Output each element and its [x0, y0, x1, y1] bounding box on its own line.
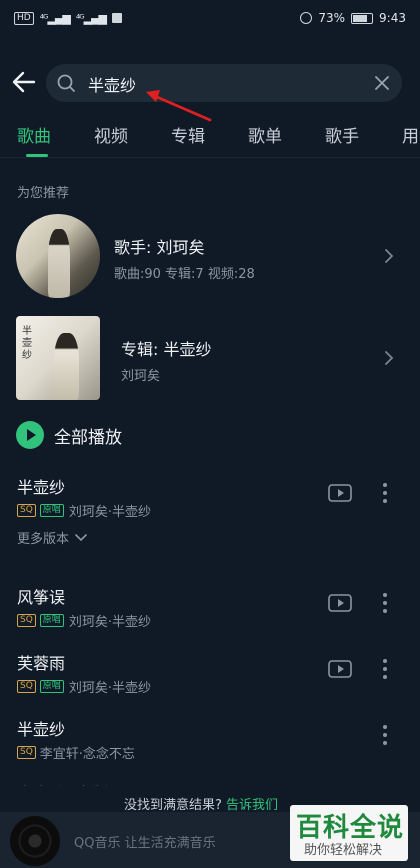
watermark-subtitle: 助你轻松解决: [304, 843, 383, 858]
tab-songs[interactable]: 歌曲: [17, 122, 51, 147]
album-card[interactable]: 半壶纱 专辑: 半壶纱 刘珂矣: [0, 316, 420, 400]
play-icon: [16, 421, 44, 449]
song-meta: SQ 李宜轩·念念不忘: [17, 743, 135, 762]
song-title: 风筝误: [17, 588, 66, 607]
song-meta: SQ 原唱 刘珂矣·半壶纱: [17, 611, 151, 630]
album-cover: 半壶纱: [16, 316, 100, 400]
song-row[interactable]: 半壶纱 SQ 原唱 刘珂矣·半壶纱: [0, 474, 420, 524]
clear-icon[interactable]: [374, 75, 390, 91]
tab-users[interactable]: 用: [402, 122, 419, 147]
signal-icon: ⁴ᴳ▂▄▆: [39, 11, 71, 25]
search-icon: [57, 74, 75, 92]
watermark: 百科全说 助你轻松解决: [290, 805, 408, 861]
status-bar: HD ⁴ᴳ▂▄▆ ⁴ᴳ▂▄▆ 73% 9:43: [0, 0, 420, 36]
more-versions-toggle[interactable]: 更多版本: [17, 528, 87, 547]
sq-badge: SQ: [17, 614, 36, 627]
hd-indicator: HD: [14, 11, 34, 25]
album-artist: 刘珂矣: [121, 369, 161, 384]
player-text: QQ音乐 让生活充满音乐: [74, 836, 216, 851]
song-artist-album: 刘珂矣·半壶纱: [68, 681, 151, 696]
artist-avatar: [16, 214, 100, 298]
search-query[interactable]: 半壶纱: [88, 72, 136, 96]
tab-singers[interactable]: 歌手: [325, 122, 359, 147]
original-badge: 原唱: [39, 614, 64, 627]
play-all-button[interactable]: 全部播放: [16, 420, 122, 450]
section-label: 为您推荐: [17, 186, 70, 201]
album-title: 专辑: 半壶纱: [121, 340, 212, 359]
more-versions-label: 更多版本: [17, 532, 70, 547]
artist-card[interactable]: 歌手: 刘珂矣 歌曲:90 专辑:7 视频:28: [0, 214, 420, 300]
sq-badge: SQ: [17, 504, 36, 517]
tab-bar: 歌曲 视频 专辑 歌单 歌手 用: [0, 118, 420, 158]
feedback-prompt: 没找到满意结果?: [124, 798, 222, 813]
artist-stats: 歌曲:90 专辑:7 视频:28: [114, 267, 255, 282]
song-row[interactable]: 半壶纱 SQ 李宜轩·念念不忘: [0, 716, 420, 766]
chevron-right-icon: [385, 249, 394, 263]
original-badge: 原唱: [39, 680, 64, 693]
album-cover-calligraphy: 半壶纱: [22, 326, 32, 361]
song-row[interactable]: 风筝误 SQ 原唱 刘珂矣·半壶纱: [0, 584, 420, 634]
alarm-icon: [300, 12, 313, 24]
search-input[interactable]: 半壶纱: [46, 64, 402, 102]
song-meta: SQ 原唱 刘珂矣·半壶纱: [17, 501, 151, 520]
battery-percent: 73%: [318, 11, 346, 25]
song-title: 芙蓉雨: [17, 654, 66, 673]
song-artist-album: 李宜轩·念念不忘: [39, 747, 135, 762]
tab-videos[interactable]: 视频: [94, 122, 128, 147]
clock: 9:43: [379, 11, 406, 25]
feedback-text: 没找到满意结果? 告诉我们: [124, 794, 278, 813]
album-disc-icon: [10, 816, 60, 866]
original-badge: 原唱: [39, 504, 64, 517]
sq-badge: SQ: [17, 746, 36, 759]
chevron-right-icon: [385, 351, 394, 365]
sq-badge: SQ: [17, 680, 36, 693]
video-icon[interactable]: [328, 594, 352, 612]
tab-playlists[interactable]: 歌单: [248, 122, 282, 147]
song-artist-album: 刘珂矣·半壶纱: [68, 615, 151, 630]
play-all-label: 全部播放: [54, 427, 122, 448]
song-title: 半壶纱: [17, 478, 66, 497]
artist-title: 歌手: 刘珂矣: [114, 238, 205, 257]
video-icon[interactable]: [328, 484, 352, 502]
battery-icon: [351, 12, 374, 24]
notification-icon: [112, 13, 123, 23]
song-title: 半壶纱: [17, 720, 66, 739]
song-artist-album: 刘珂矣·半壶纱: [68, 505, 151, 520]
divider: [0, 157, 420, 158]
back-arrow-icon[interactable]: [8, 66, 40, 98]
more-icon[interactable]: [380, 590, 390, 616]
more-icon[interactable]: [380, 480, 390, 506]
signal-icon-2: ⁴ᴳ▂▄▆: [75, 11, 107, 25]
feedback-link[interactable]: 告诉我们: [226, 798, 278, 813]
song-meta: SQ 原唱 刘珂矣·半壶纱: [17, 677, 151, 696]
song-row[interactable]: 芙蓉雨 SQ 原唱 刘珂矣·半壶纱: [0, 650, 420, 700]
video-icon[interactable]: [328, 660, 352, 678]
tab-albums[interactable]: 专辑: [171, 122, 205, 147]
more-icon[interactable]: [380, 656, 390, 682]
more-icon[interactable]: [380, 722, 390, 748]
chevron-down-icon: [75, 533, 87, 541]
